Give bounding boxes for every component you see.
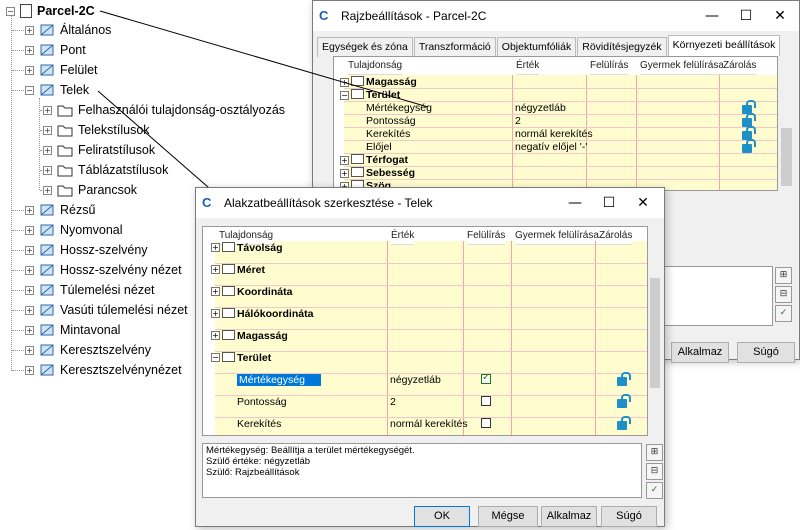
parent-line: Szülő: Rajzbeállítások — [206, 467, 300, 478]
apply-button[interactable]: Alkalmaz — [541, 506, 597, 527]
row-divider — [215, 350, 647, 352]
unlocked-icon[interactable] — [617, 393, 631, 408]
expand-all-button[interactable]: ⊞ — [646, 444, 663, 461]
callout-line-root — [99, 10, 429, 108]
group-label: Magasság — [237, 329, 288, 342]
edit-feature-settings-dialog: C Alakzatbeállítások szerkesztése - Tele… — [195, 187, 665, 527]
folder-icon — [222, 263, 235, 274]
property-value[interactable]: 2 — [390, 396, 396, 409]
group-label: Távolság — [237, 241, 283, 254]
expand-toggle[interactable]: + — [211, 331, 220, 341]
property-value[interactable]: négyzetláb — [390, 374, 441, 387]
property-name: Kerekítés — [237, 417, 282, 430]
expand-toggle[interactable]: + — [211, 309, 220, 319]
column-header[interactable]: Zárolás — [599, 227, 633, 245]
column-divider — [387, 240, 388, 435]
group-label: Terület — [237, 351, 272, 364]
expand-toggle[interactable]: + — [211, 287, 220, 297]
property-row[interactable]: Kerekítés — [237, 418, 281, 431]
column-header[interactable]: Felülírás — [467, 227, 506, 245]
column-divider — [463, 240, 464, 435]
override-checkbox[interactable] — [481, 417, 491, 428]
group-label: Méret — [237, 263, 266, 276]
unlocked-icon[interactable] — [617, 371, 631, 386]
ok-button[interactable]: OK — [414, 506, 470, 527]
folder-icon — [222, 329, 235, 340]
help-button[interactable]: Súgó — [601, 506, 657, 527]
override-checkbox[interactable] — [481, 372, 491, 384]
column-divider — [511, 240, 512, 435]
property-value[interactable]: normál kerekítés — [390, 418, 468, 431]
group-row[interactable]: + Távolság — [211, 242, 283, 255]
description-line: Mértékegység: Beállítja a terület mérték… — [206, 445, 415, 456]
group-label: Hálókoordináta — [237, 307, 314, 320]
group-row[interactable]: + Hálókoordináta — [211, 308, 313, 321]
column-header[interactable]: Érték — [391, 227, 415, 245]
row-divider — [215, 262, 647, 264]
property-name: Mértékegység — [237, 373, 321, 386]
minimize-button[interactable]: — — [558, 188, 592, 218]
close-button[interactable]: ✕ — [626, 188, 660, 218]
description-panel: Mértékegység: Beállítja a terület mérték… — [202, 443, 642, 498]
property-grid: Tulajdonság Érték Felülírás Gyermek felülír… — [202, 226, 648, 436]
expand-toggle[interactable]: + — [211, 243, 220, 253]
folder-icon — [222, 351, 235, 362]
property-row[interactable]: Pontosság — [237, 396, 287, 409]
override-toggle-button[interactable]: ✓ — [646, 482, 663, 499]
window-title: Alakzatbeállítások szerkesztése - Telek — [224, 196, 433, 210]
property-row[interactable]: Mértékegység — [237, 373, 321, 387]
vertical-scrollbar[interactable] — [648, 226, 662, 436]
folder-icon — [222, 307, 235, 318]
column-divider — [595, 240, 596, 435]
override-checkbox[interactable] — [481, 395, 491, 406]
group-label: Koordináta — [237, 285, 293, 298]
title-bar: C Alakzatbeállítások szerkesztése - Tele… — [196, 188, 664, 218]
group-row[interactable]: + Magasság — [211, 330, 288, 343]
scrollbar-thumb[interactable] — [650, 278, 660, 388]
collapse-toggle[interactable]: − — [211, 353, 220, 363]
cancel-button[interactable]: Mégse — [478, 506, 538, 527]
folder-icon — [222, 241, 235, 252]
expand-toggle[interactable]: + — [211, 265, 220, 275]
column-header[interactable]: Gyermek felülírása — [515, 227, 599, 245]
unlocked-icon[interactable] — [617, 415, 631, 430]
collapse-all-button[interactable]: ⊟ — [646, 463, 663, 480]
group-row[interactable]: + Koordináta — [211, 286, 292, 299]
maximize-button[interactable]: ☐ — [592, 188, 626, 218]
property-name: Pontosság — [237, 395, 287, 408]
parent-value-line: Szülő értéke: négyzetláb — [206, 456, 311, 467]
civil3d-icon: C — [202, 195, 212, 210]
group-row[interactable]: + Méret — [211, 264, 265, 277]
folder-icon — [222, 285, 235, 296]
group-row[interactable]: − Terület — [211, 352, 271, 365]
